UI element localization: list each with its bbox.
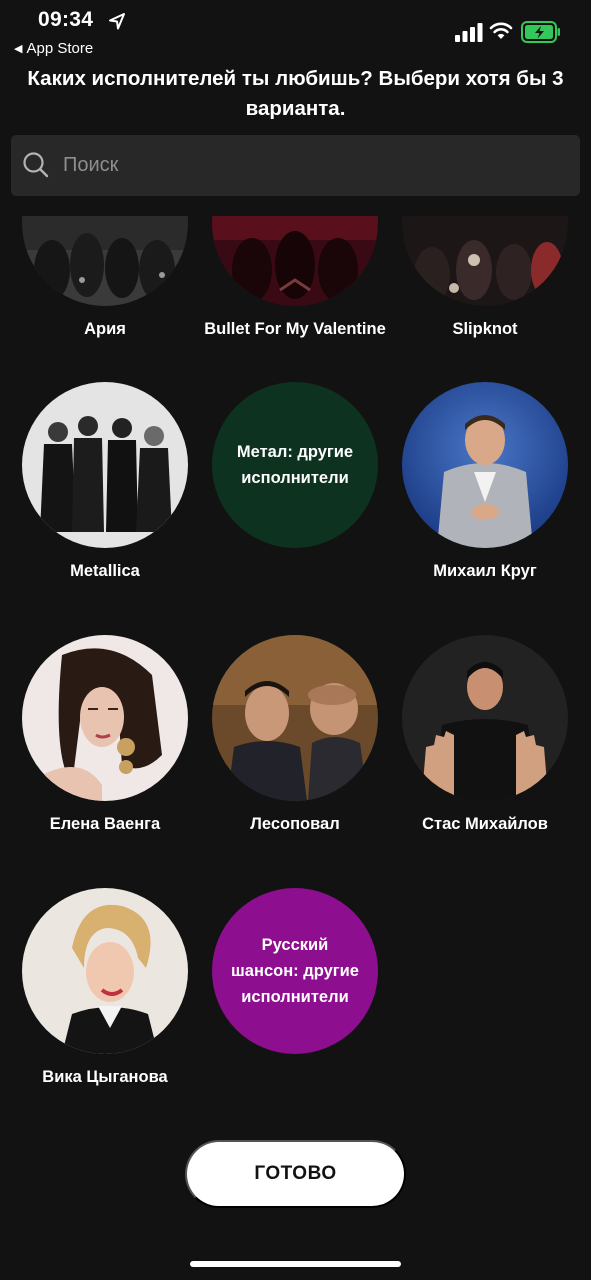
done-button[interactable]: ГОТОВО (185, 1140, 406, 1208)
artist-photo (22, 382, 188, 548)
location-arrow-icon (109, 13, 125, 30)
artist-photo (402, 216, 568, 306)
artist-photo (212, 635, 378, 801)
artist-name: Стас Михайлов (422, 815, 548, 833)
artist-item-russian-chanson-other[interactable]: Русский шансон: другие исполнители (200, 888, 390, 1064)
artist-item-metallica[interactable]: Metallica (10, 382, 200, 585)
artist-photo (402, 382, 568, 548)
artist-name: Metallica (70, 562, 140, 580)
artist-item-mikhail-krug[interactable]: Михаил Круг (390, 382, 580, 585)
artist-item-slipknot[interactable]: Slipknot (390, 216, 580, 343)
artist-item-lesopoval[interactable]: Лесоповал (200, 635, 390, 838)
artist-item-stas-mikhailov[interactable]: Стас Михайлов (390, 635, 580, 838)
artist-item-bullet-for-my-valentine[interactable]: Bullet For My Valentine (200, 216, 390, 343)
artist-name: Ария (84, 320, 126, 338)
artist-grid: Ария Bullet For My Valentine Slipknot Me… (0, 216, 591, 1280)
genre-circle-label: Русский шансон: другие исполнители (231, 936, 359, 1006)
artist-item-elena-vaenga[interactable]: Елена Ваенга (10, 635, 200, 838)
genre-circle: Метал: другие исполнители (212, 382, 378, 548)
battery-charging-icon (521, 21, 560, 43)
artist-photo (402, 635, 568, 801)
artist-photo (22, 635, 188, 801)
artist-name: Лесоповал (250, 815, 340, 833)
wifi-icon (489, 22, 513, 39)
artist-photo (22, 216, 188, 306)
artist-name: Вика Цыганова (42, 1068, 168, 1086)
artist-name: Slipknot (452, 320, 518, 338)
search-input[interactable] (63, 135, 563, 196)
search-icon (23, 152, 49, 178)
artist-item-vika-tsyganova[interactable]: Вика Цыганова (10, 888, 200, 1091)
back-app-label: App Store (26, 40, 94, 57)
back-arrow-icon: ◀ (14, 43, 23, 55)
artist-name: Bullet For My Valentine (204, 320, 386, 338)
back-to-app-store[interactable]: ◀ App Store (14, 40, 93, 57)
home-indicator[interactable] (190, 1261, 401, 1267)
page-title: Каких исполнителей ты любишь? Выбери хот… (27, 67, 564, 120)
artist-photo (22, 888, 188, 1054)
cellular-signal-icon (455, 23, 483, 42)
search-box[interactable] (11, 135, 580, 196)
artist-name: Михаил Круг (433, 562, 537, 580)
status-time: 09:34 (38, 8, 94, 31)
artist-item-metal-other[interactable]: Метал: другие исполнители (200, 382, 390, 558)
status-bar: 09:34 ◀ App Store (0, 0, 591, 64)
artist-photo (212, 216, 378, 306)
genre-circle-label: Метал: другие исполнители (236, 443, 354, 487)
artist-item-aria[interactable]: Ария (10, 216, 200, 343)
genre-circle: Русский шансон: другие исполнители (212, 888, 378, 1054)
artist-name: Елена Ваенга (49, 815, 161, 833)
